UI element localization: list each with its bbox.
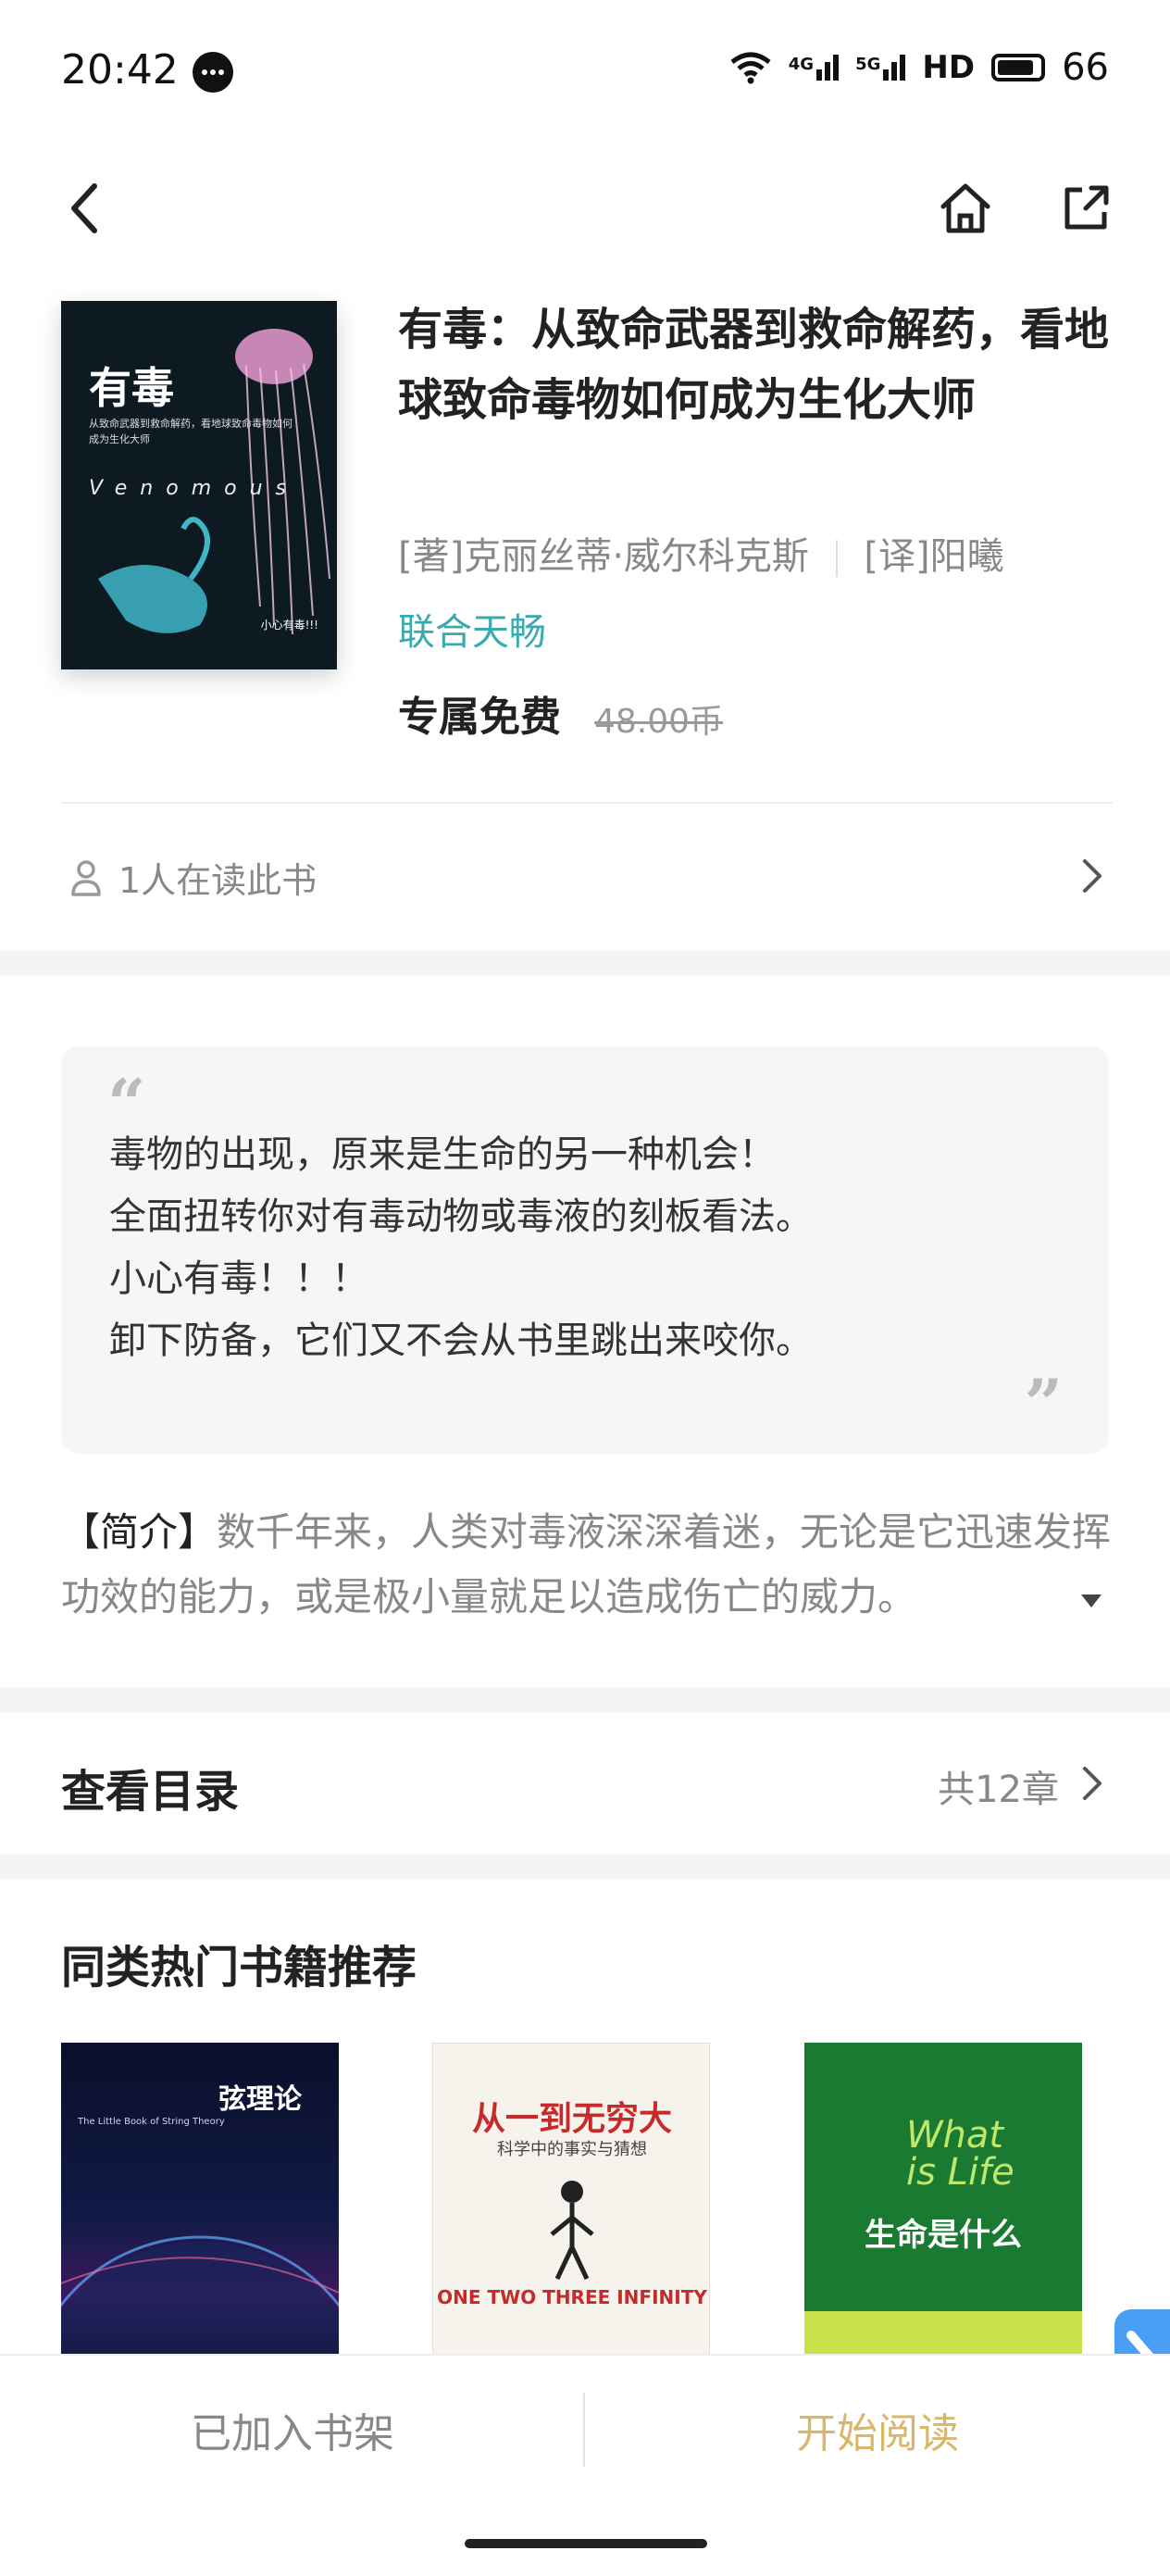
original-price: 48.00币	[594, 703, 724, 741]
start-reading-button[interactable]: 开始阅读	[585, 2356, 1170, 2504]
rec-cover-title: 弦理论	[218, 2083, 302, 2116]
person-icon	[71, 859, 101, 896]
signal-4g-icon: 4G	[789, 55, 840, 81]
message-bubble-icon	[193, 52, 233, 93]
wifi-icon	[730, 52, 771, 84]
section-separator	[0, 1688, 1170, 1712]
credit-divider	[835, 540, 838, 577]
cover-subtitle: 从致命武器到救命解药，看地球致命毒物如何成为生化大师	[89, 418, 292, 445]
book-cover: 有毒 从致命武器到救命解药，看地球致命毒物如何成为生化大师 Venomous 小…	[61, 301, 337, 669]
readers-row[interactable]: 1人在读此书	[70, 852, 317, 903]
book-author[interactable]: [著]克丽丝蒂·威尔科克斯	[398, 535, 809, 578]
status-icons: 4G 5G HD 66	[729, 46, 1109, 89]
chevron-right-icon	[1083, 1767, 1102, 1800]
section-separator	[0, 1855, 1170, 1879]
share-button[interactable]	[1055, 176, 1116, 241]
readers-count: 1人在读此书	[118, 860, 317, 901]
bottom-action-bar: 已加入书架 开始阅读	[0, 2354, 1170, 2576]
status-time: 20:42	[61, 46, 179, 94]
chevron-left-icon	[71, 183, 97, 233]
recommended-book[interactable]: 弦理论 The Little Book of String Theory	[61, 2043, 339, 2357]
rec-cover-subtitle: The Little Book of String Theory	[78, 2117, 225, 2127]
rec-cover-title: 从一到无穷大	[471, 2099, 672, 2138]
recommended-book[interactable]: What is Life 生命是什么	[804, 2043, 1082, 2357]
cover-latin-title: Venomous	[89, 477, 299, 500]
quote-line: 卸下防备，它们又不会从书里跳出来咬你。	[109, 1319, 813, 1362]
quote-card: “ 毒物的出现，原来是生命的另一种机会！ 全面扭转你对有毒动物或毒液的刻板看法。…	[61, 1046, 1109, 1454]
signal-5g-icon: 5G	[855, 55, 906, 81]
intro-label: 【简介】	[61, 1509, 218, 1555]
toc-title: 查看目录	[61, 1766, 240, 1818]
cover-band	[804, 2311, 1082, 2357]
rec-cover-subtitle: 科学中的事实与猜想	[497, 2140, 647, 2159]
hd-icon: HD	[922, 49, 976, 86]
chapter-count: 共12章	[938, 1769, 1059, 1811]
back-button[interactable]	[56, 176, 111, 241]
quote-line: 毒物的出现，原来是生命的另一种机会！	[109, 1133, 776, 1176]
recommended-book[interactable]: 从一到无穷大 科学中的事实与猜想 ONE TWO THREE INFINITY	[432, 2043, 710, 2357]
book-credits: [著]克丽丝蒂·威尔科克斯 [译]阳曦	[398, 526, 1004, 580]
home-button[interactable]	[935, 176, 996, 241]
cover-title: 有毒	[89, 363, 174, 413]
book-title: 有毒：从致命武器到救命解药，看地球致命毒物如何成为生化大师	[398, 304, 1110, 426]
figure-art	[550, 2181, 594, 2281]
quote-text: 毒物的出现，原来是生命的另一种机会！ 全面扭转你对有毒动物或毒液的刻板看法。 小…	[109, 1124, 813, 1372]
expand-arrow-icon[interactable]	[1081, 1594, 1102, 1607]
share-icon	[1064, 185, 1109, 230]
recommend-title: 同类热门书籍推荐	[61, 1942, 417, 1994]
quote-line: 小心有毒！！！	[109, 1257, 368, 1300]
home-icon	[940, 183, 990, 233]
price-label: 专属免费	[398, 694, 561, 741]
book-intro[interactable]: 【简介】数千年来，人类对毒液深深着迷，无论是它迅速发挥功效的能力，或是极小量就足…	[61, 1500, 1116, 1630]
added-to-shelf-button[interactable]: 已加入书架	[0, 2356, 585, 2504]
rec-cover-en: ONE TWO THREE INFINITY	[437, 2286, 707, 2308]
intro-text: 数千年来，人类对毒液深深着迷，无论是它迅速发挥功效的能力，或是极小量就足以造成伤…	[61, 1509, 1112, 1619]
book-translator[interactable]: [译]阳曦	[864, 535, 1003, 578]
divider	[61, 802, 1113, 804]
close-quote-icon: ”	[1024, 1364, 1063, 1443]
quote-line: 全面扭转你对有毒动物或毒液的刻板看法。	[109, 1195, 813, 1238]
section-separator	[0, 951, 1170, 975]
battery-level: 66	[1062, 46, 1109, 89]
chevron-right-icon	[1083, 859, 1102, 893]
home-indicator[interactable]	[465, 2539, 707, 2548]
rec-cover-en: What is Life	[906, 2114, 1014, 2194]
book-publisher[interactable]: 联合天畅	[398, 602, 546, 656]
rec-cover-title: 生命是什么	[865, 2217, 1022, 2254]
battery-icon	[991, 54, 1046, 81]
cover-note: 小心有毒!!!	[260, 619, 318, 631]
